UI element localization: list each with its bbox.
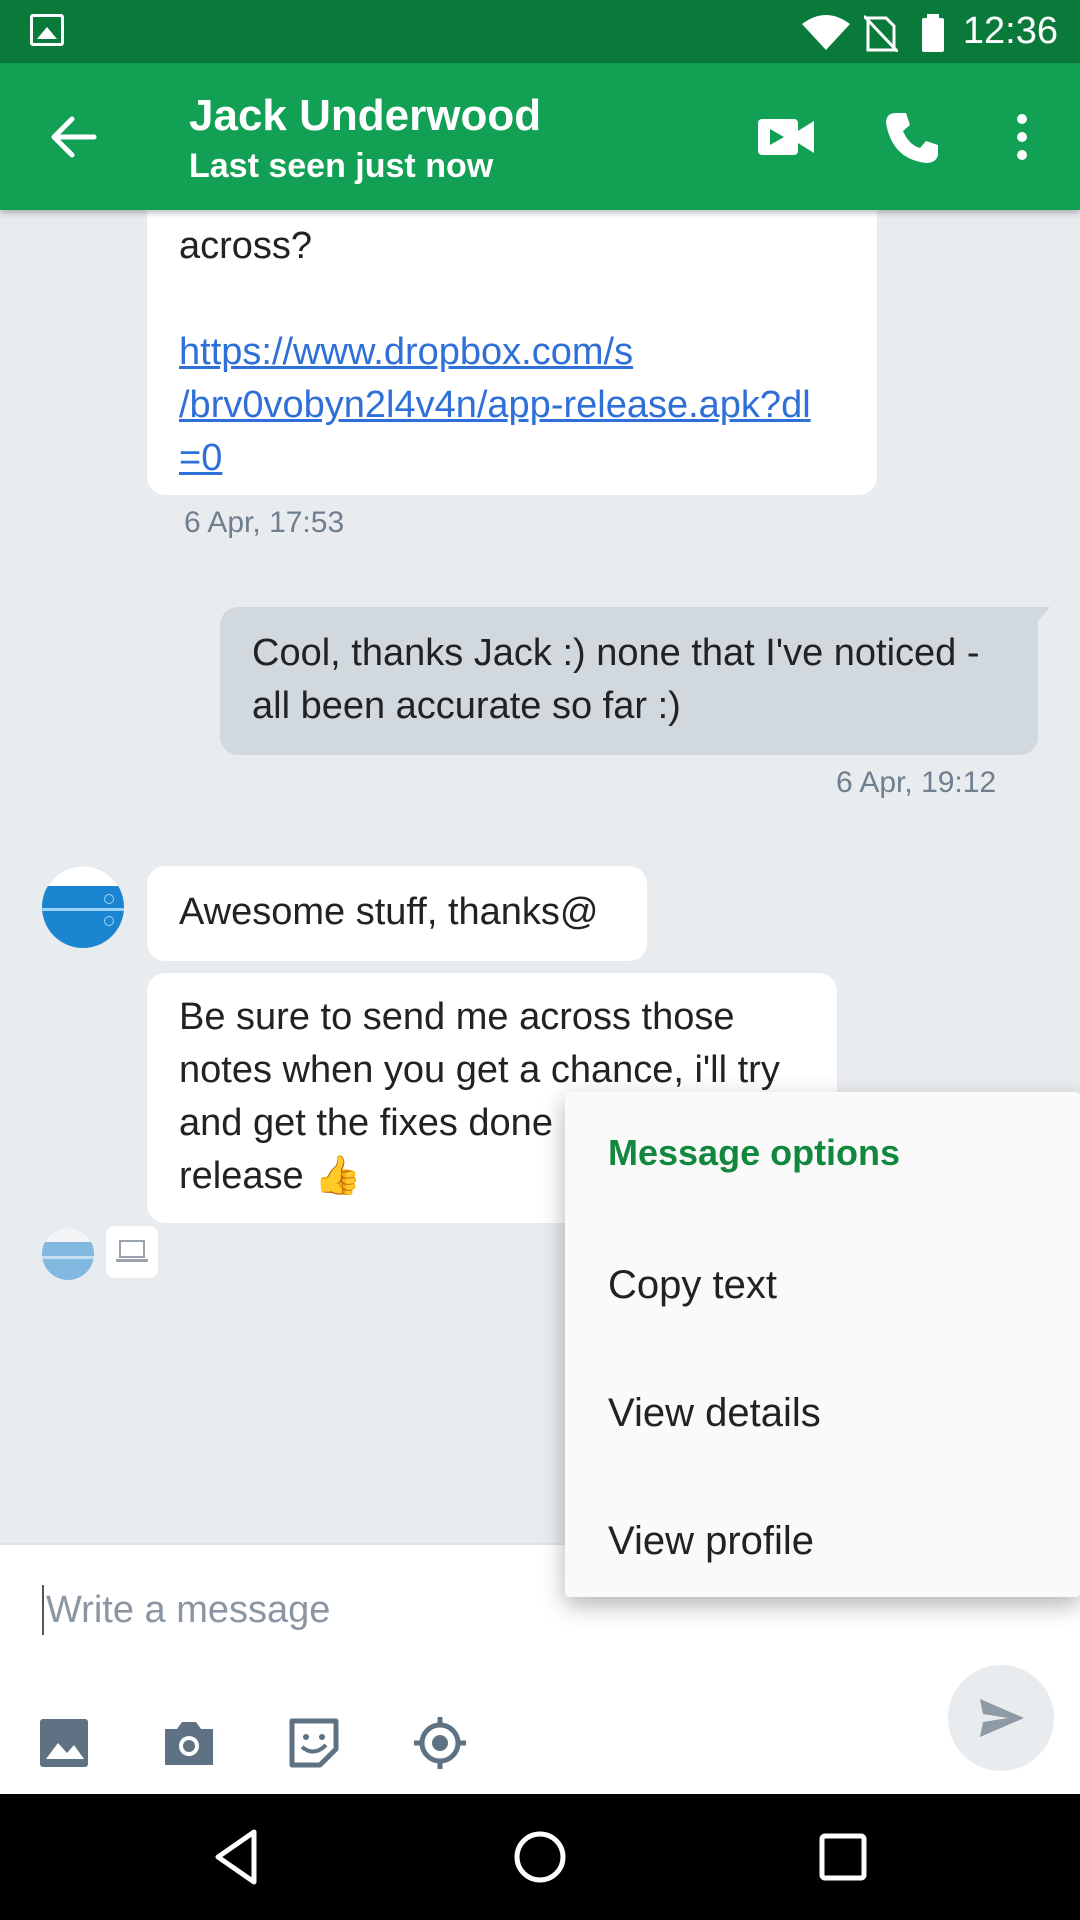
message-input[interactable]: Write a message: [42, 1585, 330, 1635]
message-timestamp: 6 Apr, 17:53: [184, 506, 345, 539]
device-badge: [106, 1226, 158, 1278]
send-icon: [980, 1699, 1024, 1737]
message-text: across?: [179, 225, 313, 267]
sticker-icon[interactable]: [286, 1715, 342, 1771]
gallery-notification-icon: [30, 14, 64, 46]
menu-item-view-profile[interactable]: View profile: [565, 1477, 1080, 1605]
home-nav-icon[interactable]: [507, 1824, 573, 1890]
location-icon[interactable]: [412, 1715, 468, 1771]
image-icon[interactable]: [36, 1715, 92, 1771]
menu-item-view-details[interactable]: View details: [565, 1349, 1080, 1477]
read-receipt-avatar: [42, 1228, 94, 1280]
wifi-icon: [802, 15, 850, 50]
contact-name[interactable]: Jack Underwood: [189, 91, 541, 141]
menu-item-copy-text[interactable]: Copy text: [565, 1221, 1080, 1349]
send-button[interactable]: [948, 1665, 1054, 1771]
video-call-icon[interactable]: [756, 107, 816, 167]
outgoing-message-bubble[interactable]: Cool, thanks Jack :) none that I've noti…: [220, 607, 1038, 755]
avatar[interactable]: voday: [42, 866, 124, 948]
clock: 12:36: [962, 10, 1058, 52]
navigation-bar: [0, 1794, 1080, 1920]
back-nav-icon[interactable]: [204, 1824, 270, 1890]
camera-icon[interactable]: [161, 1715, 217, 1771]
message-text-line: Cool, thanks Jack :) none that I've noti…: [252, 632, 980, 674]
message-text-line: notes when you get a chance, i'll try: [179, 1049, 780, 1091]
battery-icon: [922, 14, 944, 52]
message-text-line: all been accurate so far :): [252, 685, 681, 727]
recents-nav-icon[interactable]: [810, 1824, 876, 1890]
message-text-line: Be sure to send me across those: [179, 996, 735, 1038]
status-bar: 12:36: [0, 0, 1080, 63]
menu-title: Message options: [608, 1132, 901, 1173]
bubble-tail: [1020, 607, 1050, 631]
message-link[interactable]: https://www.dropbox.com/s /brv0vobyn2l4v…: [179, 326, 877, 485]
last-seen-status: Last seen just now: [189, 147, 494, 185]
laptop-icon: [116, 1240, 148, 1262]
no-sim-icon: [864, 14, 898, 52]
message-text: Awesome stuff, thanks@: [179, 891, 599, 933]
more-options-icon[interactable]: [1000, 107, 1060, 167]
message-options-menu: Message options Copy text View details V…: [565, 1092, 1080, 1597]
app-bar: Jack Underwood Last seen just now: [0, 63, 1080, 210]
phone-call-icon[interactable]: [882, 107, 942, 167]
incoming-message-bubble[interactable]: Awesome stuff, thanks@: [147, 866, 647, 961]
message-timestamp: 6 Apr, 19:12: [836, 766, 997, 799]
incoming-message-bubble[interactable]: across? https://www.dropbox.com/s /brv0v…: [147, 210, 877, 495]
back-arrow-icon[interactable]: [46, 109, 102, 165]
